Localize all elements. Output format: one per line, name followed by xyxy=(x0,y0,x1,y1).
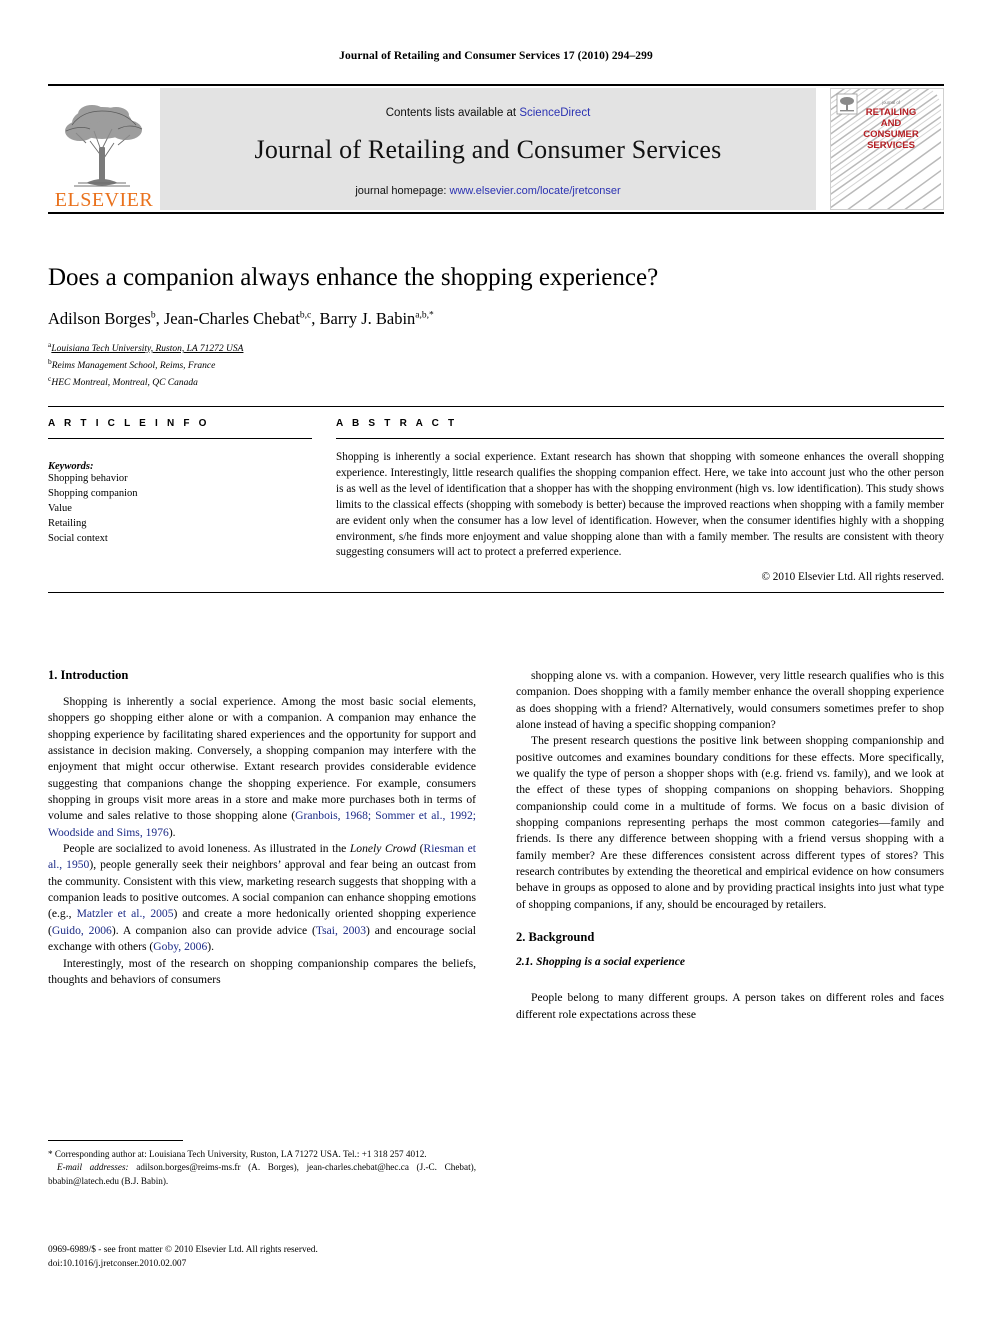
author-2-sup: b,c xyxy=(299,310,312,321)
abstract-copyright: © 2010 Elsevier Ltd. All rights reserved… xyxy=(761,571,945,584)
doi-line: doi:10.1016/j.jretconser.2010.02.007 xyxy=(48,1259,187,1270)
body-column-right: shopping alone vs. with a companion. How… xyxy=(516,668,944,1023)
issn-front-matter: 0969-6989/$ - see front matter © 2010 El… xyxy=(48,1245,318,1255)
info-block-top-rule xyxy=(48,406,944,407)
keyword-item: Value xyxy=(48,502,72,514)
author-1-sup: b xyxy=(150,310,156,321)
author-1: Adilson Borges xyxy=(48,308,151,328)
abstract-rule xyxy=(336,438,944,439)
citation-link[interactable]: Goby, 2006 xyxy=(153,940,207,953)
running-head: Journal of Retailing and Consumer Servic… xyxy=(339,50,653,62)
journal-homepage-line: journal homepage: www.elsevier.com/locat… xyxy=(355,185,620,197)
citation-link[interactable]: Matzler et al., 2005 xyxy=(77,907,174,920)
article-info-rule xyxy=(48,438,312,439)
citation-link[interactable]: Guido, 2006 xyxy=(52,924,112,937)
affiliation-a: aLouisiana Tech University, Ruston, LA 7… xyxy=(48,340,944,357)
para-text: Shopping is inherently a social experien… xyxy=(48,695,476,823)
affiliation-a-text: Louisiana Tech University, Ruston, LA 71… xyxy=(51,343,244,354)
elsevier-wordmark: ELSEVIER xyxy=(54,189,154,211)
article-title-block: Does a companion always enhance the shop… xyxy=(48,264,944,391)
contents-prefix: Contents lists available at xyxy=(385,107,520,119)
cover-line1: RETAILING xyxy=(866,107,917,118)
footnote-block: * Corresponding author at: Louisiana Tec… xyxy=(48,1140,476,1188)
section-heading-background: 2. Background xyxy=(516,930,595,945)
citation-link[interactable]: Tsai, 2003 xyxy=(316,924,366,937)
abstract-heading: A B S T R A C T xyxy=(336,418,458,429)
footnote-rule xyxy=(48,1140,183,1141)
author-list: Adilson Borgesb, Jean-Charles Chebatb,c,… xyxy=(48,308,434,328)
info-abstract-block: A R T I C L E I N F O Keywords: Shopping… xyxy=(48,406,944,594)
para-text: People are socialized to avoid loneness.… xyxy=(63,842,350,856)
article-info-column: A R T I C L E I N F O Keywords: Shopping… xyxy=(48,418,312,583)
affiliation-c: cHEC Montreal, Montreal, QC Canada xyxy=(48,374,944,391)
author-2: Jean-Charles Chebat xyxy=(163,308,300,328)
article-info-heading: A R T I C L E I N F O xyxy=(48,418,210,429)
keywords-label: Keywords: xyxy=(48,461,94,472)
abstract-column: A B S T R A C T Shopping is inherently a… xyxy=(336,418,944,583)
corresponding-author-note: * Corresponding author at: Louisiana Tec… xyxy=(48,1149,427,1159)
contents-available-line: Contents lists available at ScienceDirec… xyxy=(386,107,591,119)
abstract-text: Shopping is inherently a social experien… xyxy=(336,451,944,559)
email-label: E-mail addresses: xyxy=(57,1162,129,1173)
para-text: ). xyxy=(168,825,176,839)
page-title: Does a companion always enhance the shop… xyxy=(48,264,659,291)
email-addresses-note: E-mail addresses: adilson.borges@reims-m… xyxy=(48,1161,476,1188)
journal-masthead: ELSEVIER Contents lists available at Sci… xyxy=(48,84,944,214)
homepage-prefix: journal homepage: xyxy=(355,185,450,197)
body-column-left: 1. Introduction Shopping is inherently a… xyxy=(48,668,476,1023)
elsevier-logo: ELSEVIER xyxy=(48,88,160,210)
keywords-block: Keywords: Shopping behavior Shopping com… xyxy=(48,461,312,547)
author-3-sup: a,b,* xyxy=(415,310,434,321)
paragraph: People are socialized to avoid loneness.… xyxy=(48,841,476,955)
affiliation-c-text: HEC Montreal, Montreal, QC Canada xyxy=(51,377,198,388)
sciencedirect-link[interactable]: ScienceDirect xyxy=(519,107,590,119)
paragraph: shopping alone vs. with a companion. How… xyxy=(516,669,944,732)
para-text: ). A companion also can provide advice ( xyxy=(111,923,316,937)
masthead-top-rule xyxy=(48,84,944,86)
paragraph: People belong to many different groups. … xyxy=(516,991,944,1021)
cover-line4: SERVICES xyxy=(867,140,915,151)
affiliation-b: bReims Management School, Reims, France xyxy=(48,357,944,374)
journal-title: Journal of Retailing and Consumer Servic… xyxy=(254,135,722,164)
book-title: Lonely Crowd xyxy=(349,842,417,856)
keyword-item: Shopping behavior xyxy=(48,473,128,484)
cover-kicker: journal of xyxy=(881,100,901,105)
paragraph: Interestingly, most of the research on s… xyxy=(48,956,476,986)
para-text: ). xyxy=(207,940,215,954)
paragraph: Shopping is inherently a social experien… xyxy=(48,694,476,841)
keyword-item: Retailing xyxy=(48,517,87,529)
body-columns: 1. Introduction Shopping is inherently a… xyxy=(48,668,944,1023)
author-3: Barry J. Babin xyxy=(319,308,416,328)
imprint-block: 0969-6989/$ - see front matter © 2010 El… xyxy=(48,1243,518,1271)
paper-page: Journal of Retailing and Consumer Servic… xyxy=(0,0,992,1323)
subsection-heading-social-experience: 2.1. Shopping is a social experience xyxy=(516,956,685,969)
masthead-bottom-rule xyxy=(48,212,944,214)
paragraph: The present research questions the posit… xyxy=(516,734,944,911)
affiliation-list: aLouisiana Tech University, Ruston, LA 7… xyxy=(48,340,944,391)
journal-cover-thumbnail: journal of RETAILING AND CONSUMER SERVIC… xyxy=(830,88,944,210)
para-text: ( xyxy=(416,842,424,856)
affiliation-b-text: Reims Management School, Reims, France xyxy=(51,360,216,371)
info-block-bottom-rule xyxy=(48,592,944,594)
cover-artwork: journal of RETAILING AND CONSUMER SERVIC… xyxy=(831,89,943,209)
cover-line3: CONSUMER xyxy=(863,129,919,140)
keyword-item: Shopping companion xyxy=(48,487,138,499)
masthead-band: Contents lists available at ScienceDirec… xyxy=(160,88,816,210)
keyword-item: Social context xyxy=(48,532,108,544)
journal-homepage-link[interactable]: www.elsevier.com/locate/jretconser xyxy=(450,185,621,197)
cover-line2: AND xyxy=(881,118,902,129)
section-heading-introduction: 1. Introduction xyxy=(48,668,129,682)
elsevier-tree-icon xyxy=(65,105,143,187)
